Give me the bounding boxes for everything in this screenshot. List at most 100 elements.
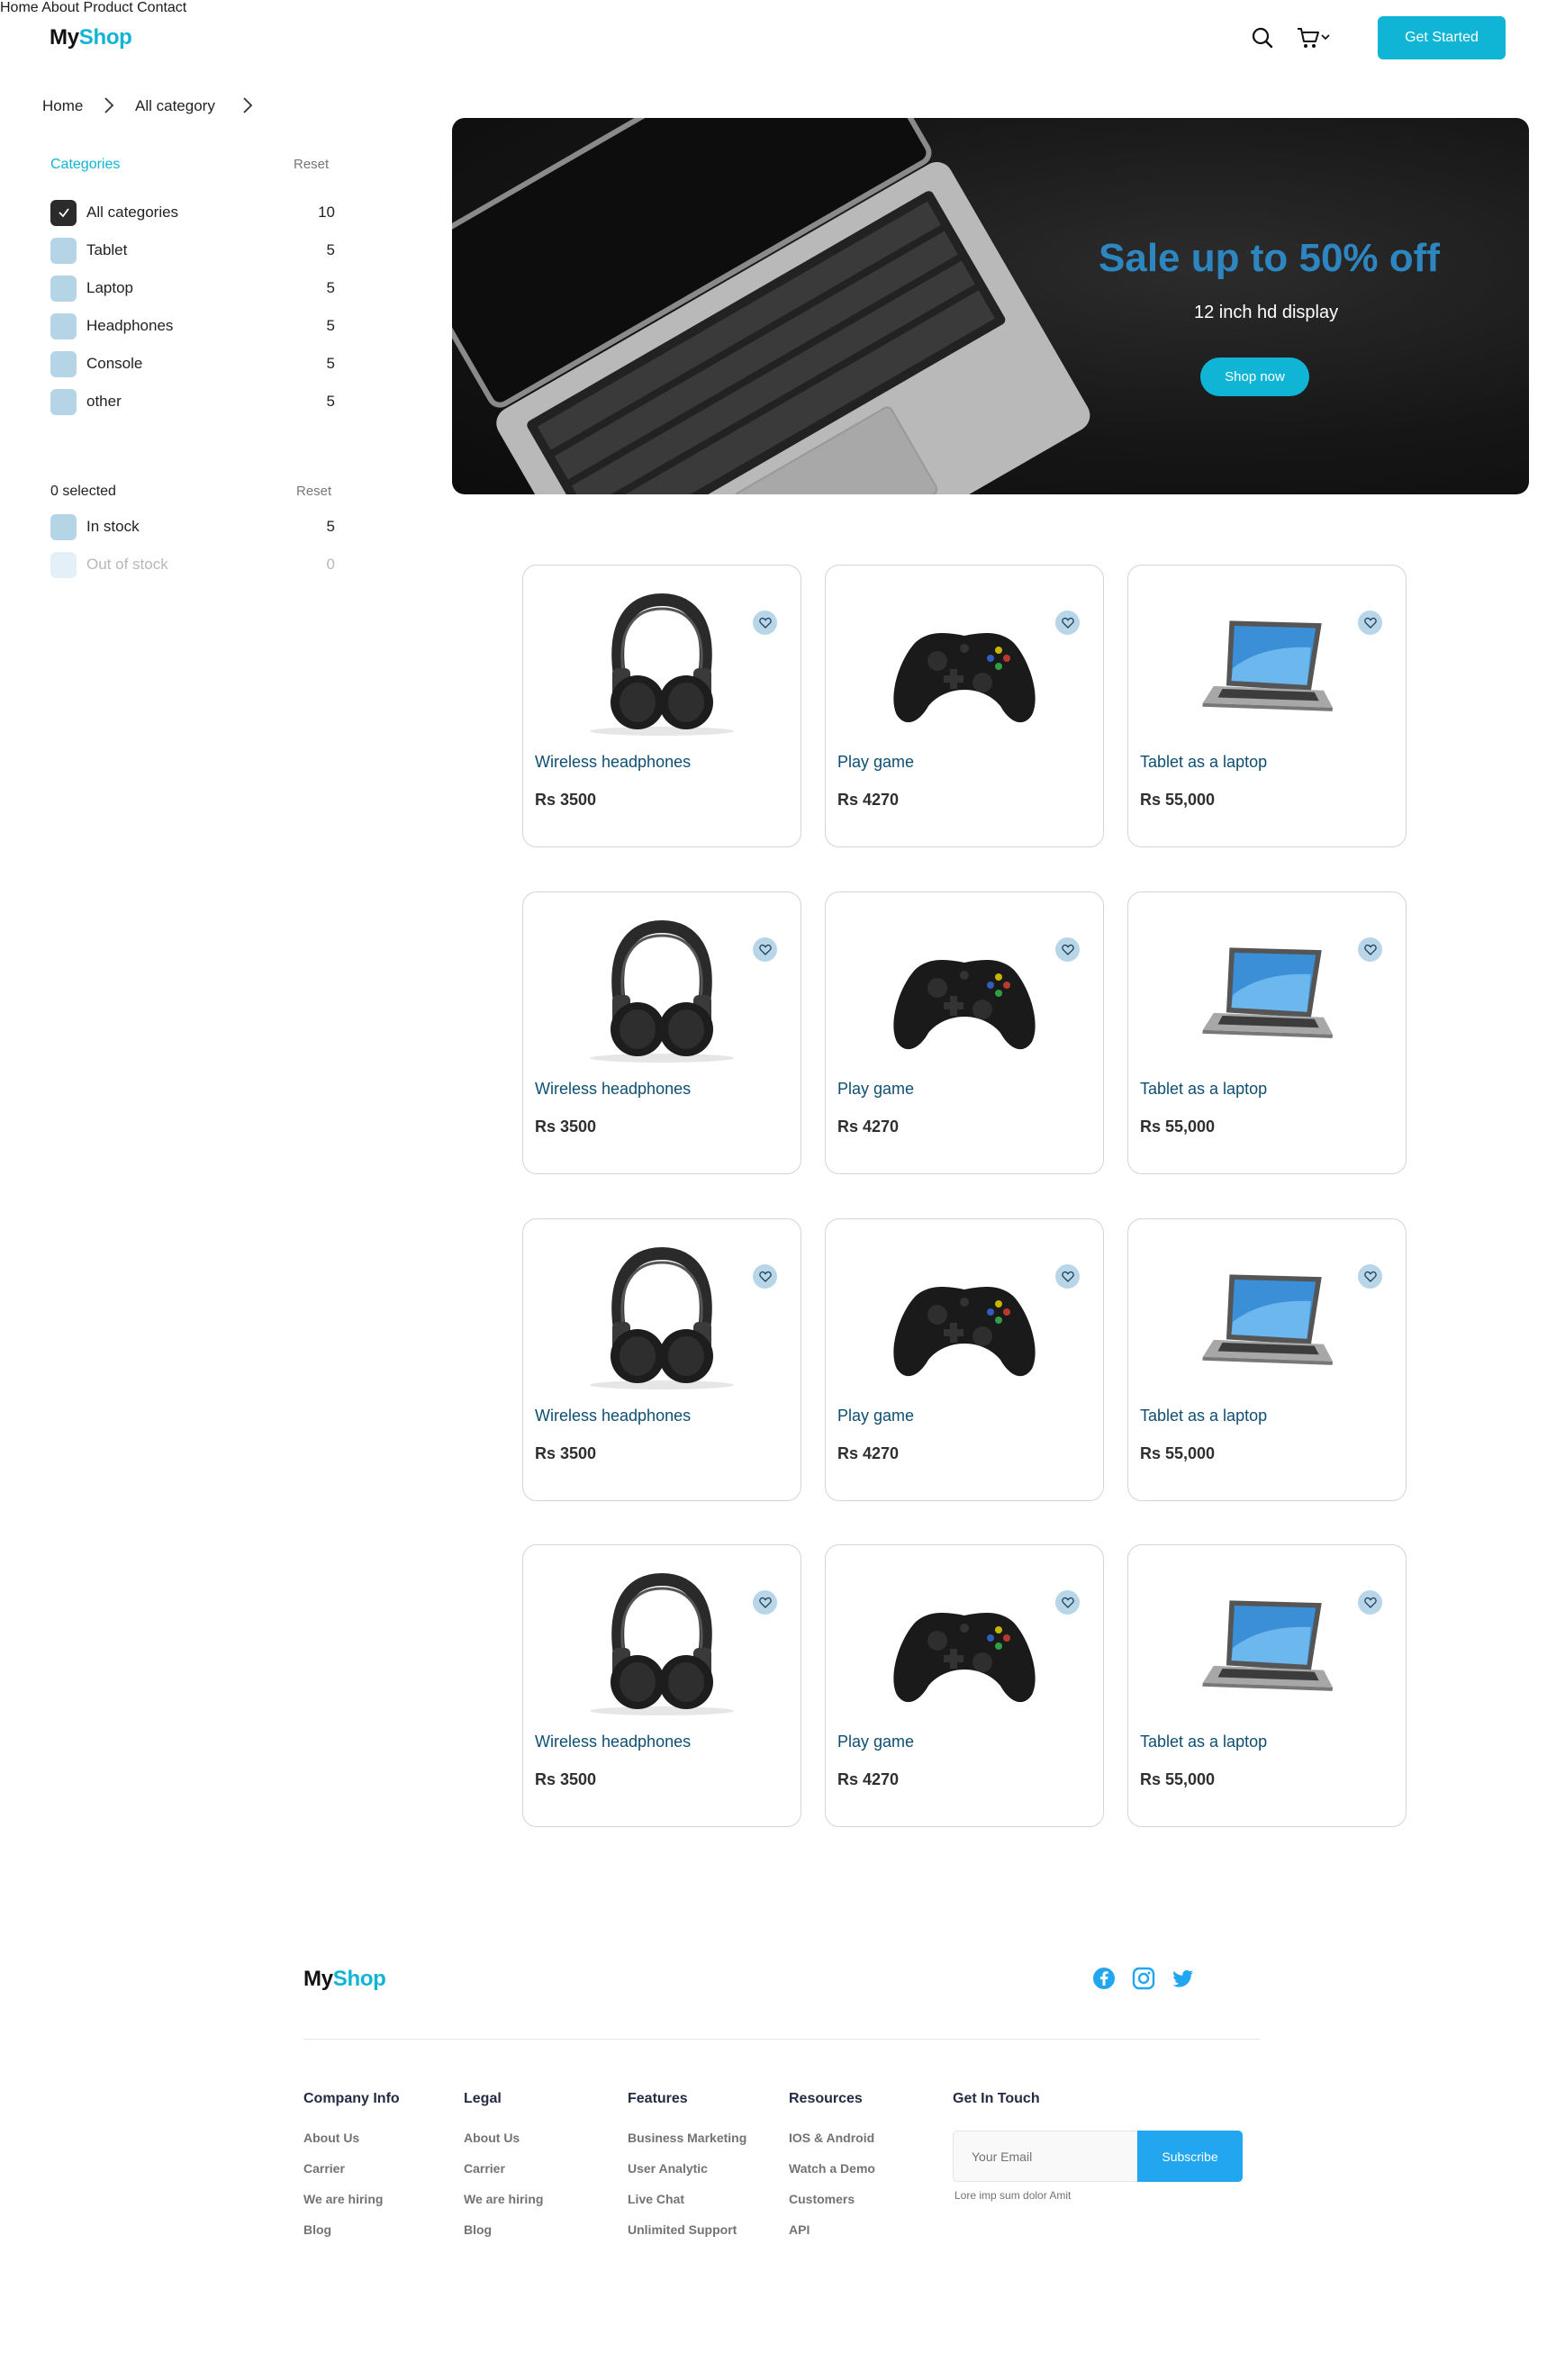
email-input[interactable]	[953, 2131, 1138, 2182]
product-name[interactable]: Tablet as a laptop	[1140, 753, 1267, 772]
footer-logo[interactable]: MyShop	[303, 1967, 386, 1992]
filter-label: All categories	[86, 204, 179, 221]
filter-tablet[interactable]: Tablet 5	[50, 237, 335, 264]
footer-link[interactable]: Watch a Demo	[789, 2161, 875, 2176]
product-name[interactable]: Play game	[837, 1080, 914, 1099]
product-card[interactable]: Play game Rs 4270	[825, 1544, 1104, 1827]
nav-contact[interactable]: Contact	[137, 0, 186, 15]
heart-icon[interactable]	[1358, 1590, 1382, 1615]
chevron-right-icon	[241, 95, 254, 120]
product-name[interactable]: Wireless headphones	[535, 1733, 691, 1751]
product-name[interactable]: Wireless headphones	[535, 1080, 691, 1099]
product-image-laptop	[1181, 1569, 1352, 1718]
heart-icon[interactable]	[1358, 1264, 1382, 1289]
header-logo[interactable]: MyShop	[50, 25, 132, 50]
heart-icon[interactable]	[753, 1590, 777, 1615]
breadcrumb-home[interactable]: Home	[42, 97, 83, 115]
footer-link[interactable]: Carrier	[464, 2161, 505, 2176]
heart-icon[interactable]	[753, 611, 777, 635]
search-icon[interactable]	[1251, 26, 1274, 54]
heart-icon[interactable]	[1358, 611, 1382, 635]
product-card[interactable]: Wireless headphones Rs 3500	[522, 1544, 801, 1827]
filter-label: In stock	[86, 518, 140, 535]
footer-link[interactable]: IOS & Android	[789, 2131, 874, 2145]
heart-icon[interactable]	[1055, 1590, 1080, 1615]
heart-icon[interactable]	[1055, 611, 1080, 635]
footer-link[interactable]: About Us	[464, 2131, 520, 2145]
facebook-icon[interactable]	[1092, 1967, 1116, 1990]
footer-link[interactable]: Blog	[303, 2222, 331, 2237]
breadcrumb-all-category[interactable]: All category	[135, 97, 215, 115]
heart-icon[interactable]	[1055, 1264, 1080, 1289]
product-name[interactable]: Play game	[837, 753, 914, 772]
product-card[interactable]: Tablet as a laptop Rs 55,000	[1127, 1218, 1407, 1501]
product-card[interactable]: Wireless headphones Rs 3500	[522, 1218, 801, 1501]
filter-count: 5	[326, 393, 335, 410]
product-name[interactable]: Play game	[837, 1733, 914, 1751]
filter-label: other	[86, 393, 122, 410]
product-card[interactable]: Tablet as a laptop Rs 55,000	[1127, 565, 1407, 847]
footer-link[interactable]: API	[789, 2222, 810, 2237]
footer-link[interactable]: Customers	[789, 2192, 855, 2206]
product-card[interactable]: Wireless headphones Rs 3500	[522, 565, 801, 847]
heart-icon[interactable]	[753, 937, 777, 962]
filter-in-stock[interactable]: In stock 5	[50, 513, 335, 540]
footer-link[interactable]: Blog	[464, 2222, 492, 2237]
stock-reset-button[interactable]: Reset	[296, 484, 331, 499]
checkbox[interactable]	[50, 388, 77, 415]
nav-home[interactable]: Home	[0, 0, 39, 15]
product-card[interactable]: Play game Rs 4270	[825, 1218, 1104, 1501]
laptop-banner-image	[452, 118, 1090, 494]
footer-link[interactable]: Live Chat	[628, 2192, 684, 2206]
product-price: Rs 55,000	[1140, 1444, 1216, 1462]
product-image-laptop	[1181, 1243, 1352, 1392]
checkbox[interactable]	[50, 350, 77, 377]
product-price: Rs 4270	[837, 1770, 900, 1788]
footer-link[interactable]: We are hiring	[303, 2192, 383, 2206]
heart-icon[interactable]	[753, 1264, 777, 1289]
footer-link[interactable]: Unlimited Support	[628, 2222, 737, 2237]
filter-out-of-stock[interactable]: Out of stock 0	[50, 551, 335, 578]
filter-laptop[interactable]: Laptop 5	[50, 275, 335, 302]
product-name[interactable]: Wireless headphones	[535, 1407, 691, 1425]
footer-link[interactable]: Business Marketing	[628, 2131, 746, 2145]
filter-all-categories[interactable]: All categories 10	[50, 199, 335, 226]
categories-reset-button[interactable]: Reset	[294, 157, 329, 172]
footer-link[interactable]: We are hiring	[464, 2192, 543, 2206]
filter-headphones[interactable]: Headphones 5	[50, 312, 335, 339]
footer-link[interactable]: Carrier	[303, 2161, 345, 2176]
footer-link[interactable]: About Us	[303, 2131, 359, 2145]
nav-about[interactable]: About	[41, 0, 79, 15]
product-card[interactable]: Tablet as a laptop Rs 55,000	[1127, 891, 1407, 1174]
checkbox[interactable]	[50, 237, 77, 264]
footer-link[interactable]: User Analytic	[628, 2161, 708, 2176]
instagram-icon[interactable]	[1132, 1967, 1155, 1990]
cart-icon[interactable]	[1297, 26, 1334, 54]
twitter-icon[interactable]	[1172, 1967, 1195, 1990]
product-card[interactable]: Wireless headphones Rs 3500	[522, 891, 801, 1174]
product-name[interactable]: Wireless headphones	[535, 753, 691, 772]
chevron-right-icon	[103, 95, 115, 120]
checkbox[interactable]	[50, 513, 77, 540]
product-name[interactable]: Tablet as a laptop	[1140, 1080, 1267, 1099]
product-card[interactable]: Play game Rs 4270	[825, 565, 1104, 847]
product-name[interactable]: Play game	[837, 1407, 914, 1425]
product-name[interactable]: Tablet as a laptop	[1140, 1407, 1267, 1425]
product-card[interactable]: Play game Rs 4270	[825, 891, 1104, 1174]
product-image-game-controller	[879, 589, 1050, 738]
checkbox-checked[interactable]	[50, 199, 77, 226]
filter-console[interactable]: Console 5	[50, 350, 335, 377]
product-card[interactable]: Tablet as a laptop Rs 55,000	[1127, 1544, 1407, 1827]
get-started-button[interactable]: Get Started	[1378, 16, 1506, 59]
product-name[interactable]: Tablet as a laptop	[1140, 1733, 1267, 1751]
logo-part-shop: Shop	[332, 1967, 386, 1991]
nav-product[interactable]: Product	[84, 0, 133, 15]
shop-now-button[interactable]: Shop now	[1200, 357, 1309, 396]
checkbox[interactable]	[50, 312, 77, 339]
heart-icon[interactable]	[1358, 937, 1382, 962]
checkbox[interactable]	[50, 275, 77, 302]
subscribe-button[interactable]: Subscribe	[1137, 2131, 1243, 2182]
checkbox-disabled[interactable]	[50, 551, 77, 578]
heart-icon[interactable]	[1055, 937, 1080, 962]
filter-other[interactable]: other 5	[50, 388, 335, 415]
